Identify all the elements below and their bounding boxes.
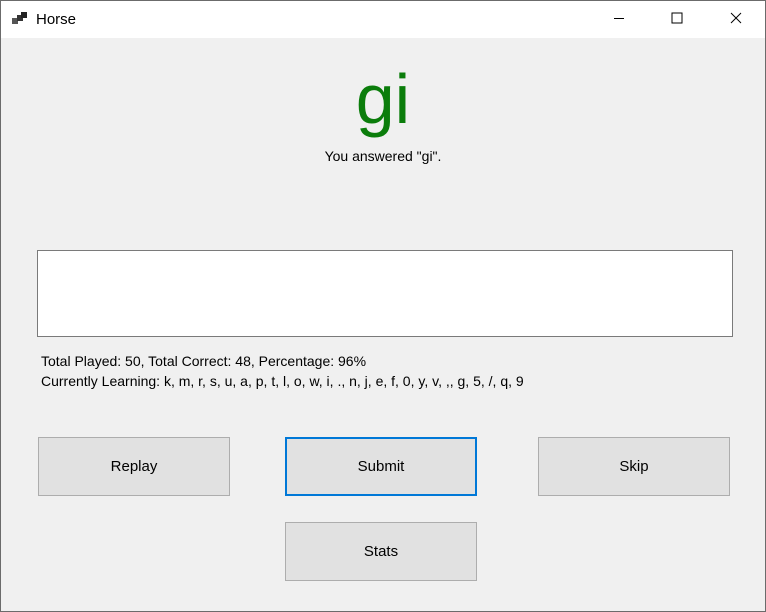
minimize-button[interactable] <box>590 1 648 38</box>
replay-button[interactable]: Replay <box>38 437 230 496</box>
minimize-icon <box>613 11 625 29</box>
learning-list: Currently Learning: k, m, r, s, u, a, p,… <box>41 373 524 389</box>
answer-message: You answered "gi". <box>324 148 442 164</box>
submit-button[interactable]: Submit <box>285 437 477 496</box>
app-icon <box>12 12 28 26</box>
close-icon <box>730 11 742 29</box>
title-bar[interactable]: Horse <box>1 1 765 38</box>
skip-button[interactable]: Skip <box>538 437 730 496</box>
app-window: Horse gi You answered "gi". Total Played… <box>0 0 766 612</box>
stats-summary: Total Played: 50, Total Correct: 48, Per… <box>41 353 367 369</box>
maximize-icon <box>671 11 683 29</box>
close-button[interactable] <box>707 1 765 38</box>
maximize-button[interactable] <box>648 1 706 38</box>
window-title: Horse <box>36 11 77 28</box>
stats-button[interactable]: Stats <box>285 522 477 581</box>
answer-display: gi <box>355 60 411 138</box>
answer-input[interactable] <box>37 250 733 337</box>
